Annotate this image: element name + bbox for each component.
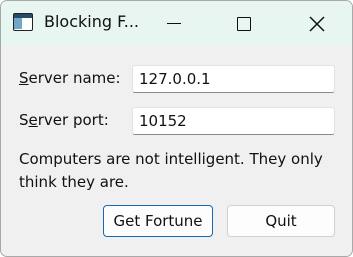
minimize-icon — [167, 23, 181, 24]
server-port-label: Server port: — [19, 111, 109, 129]
blocking-fortune-window: Blocking F... Server name: 127.0.0.1 Ser… — [0, 0, 353, 257]
server-name-input[interactable]: 127.0.0.1 — [132, 65, 335, 93]
server-port-input[interactable]: 10152 — [132, 107, 335, 135]
window-title: Blocking F... — [44, 12, 139, 31]
server-name-label: Server name: — [19, 69, 121, 87]
quit-button[interactable]: Quit — [227, 205, 335, 237]
app-window-icon — [13, 13, 33, 31]
title-bar[interactable]: Blocking F... — [1, 1, 352, 46]
close-button[interactable] — [294, 1, 340, 46]
maximize-button[interactable] — [221, 1, 267, 46]
minimize-button[interactable] — [151, 1, 197, 46]
get-fortune-button[interactable]: Get Fortune — [103, 205, 213, 237]
maximize-icon — [237, 16, 251, 31]
close-icon — [309, 15, 325, 32]
fortune-status-text: Computers are not intelligent. They only… — [19, 150, 323, 191]
